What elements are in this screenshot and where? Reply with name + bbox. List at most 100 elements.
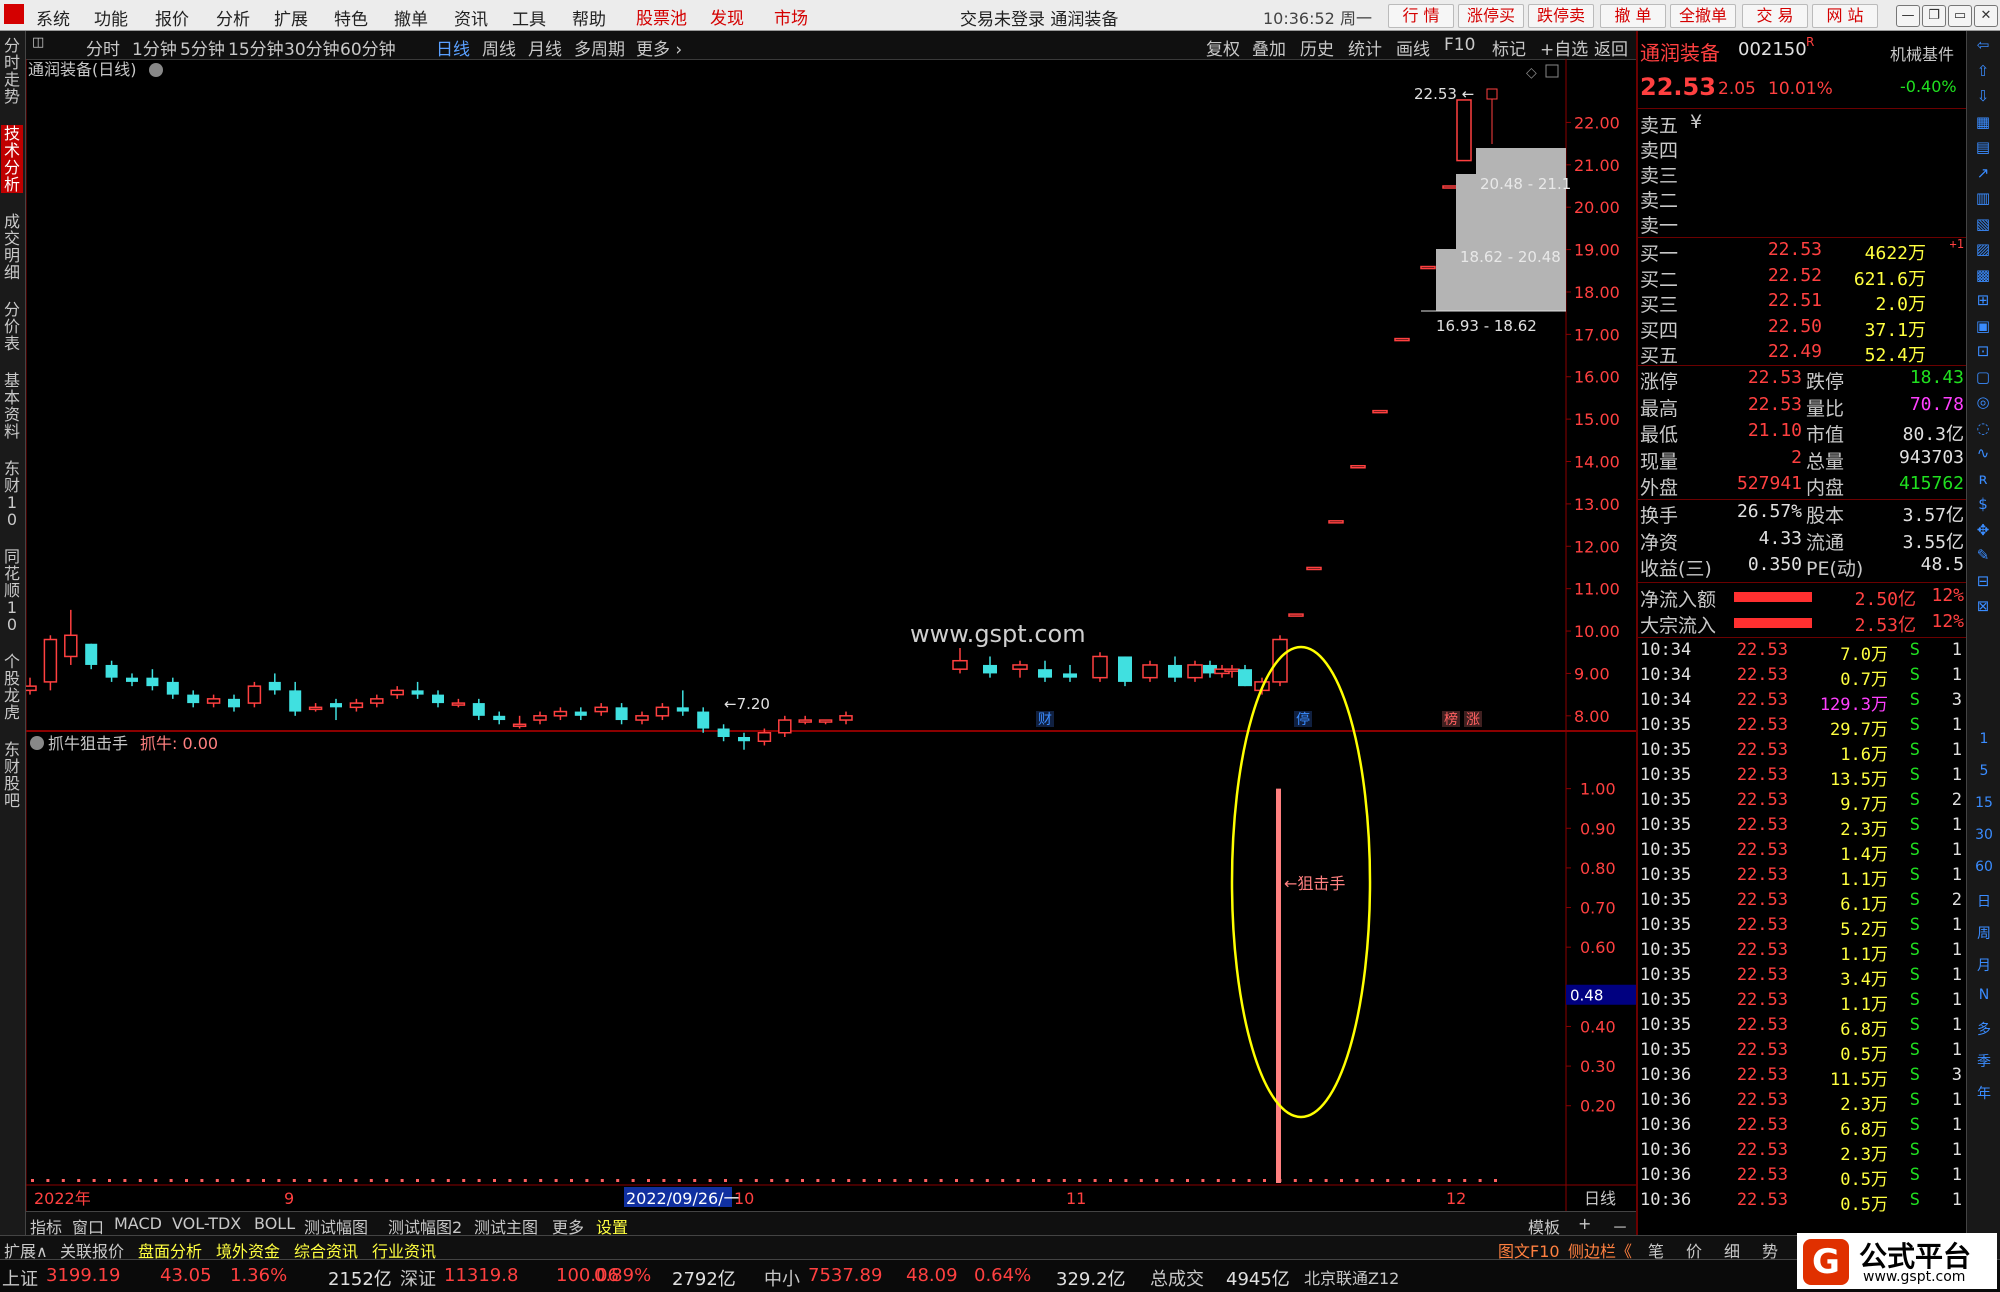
left-tab-5[interactable]: 东财10 [1, 460, 23, 528]
money-icon[interactable]: $ [1973, 494, 1993, 514]
menu-red-2[interactable]: 市场 [774, 4, 808, 29]
period-shortcut-8[interactable]: N [1971, 987, 1997, 1003]
period-1[interactable]: 1分钟 [132, 35, 177, 60]
rsi-icon[interactable]: ʀ [1973, 469, 1993, 489]
chart-tool-8[interactable]: 返回 [1594, 35, 1628, 60]
top-button-6[interactable]: 网 站 [1812, 4, 1878, 28]
period-shortcut-1[interactable]: 5 [1971, 763, 1997, 779]
period-6[interactable]: 日线 [436, 35, 470, 60]
menu-3[interactable]: 分析 [216, 5, 250, 30]
kline-chart[interactable]: 通润装备(日线) ◇ 22.00 21.00 20.00 19.00 18.00 17.00 1… [26, 59, 1636, 1211]
menu-8[interactable]: 工具 [512, 5, 546, 30]
chart-tool-6[interactable]: 标记 [1492, 35, 1526, 60]
indicator-dropdown-icon[interactable] [30, 736, 44, 750]
left-tab-4[interactable]: 基本资料 [1, 372, 23, 440]
news-icon[interactable]: ▣ [1973, 316, 1993, 336]
template-tool-1[interactable]: + [1578, 1214, 1591, 1233]
menu-4[interactable]: 扩展 [274, 5, 308, 30]
restore-icon[interactable]: ❐ [1922, 5, 1946, 27]
grid-icon[interactable]: ▦ [1973, 112, 1993, 132]
f5-icon[interactable]: ⊟ [1973, 571, 1993, 591]
marker-0[interactable]: 财 [1038, 712, 1052, 728]
period-shortcut-5[interactable]: 日 [1971, 891, 1997, 911]
chart-tool-3[interactable]: 统计 [1348, 35, 1382, 60]
move-icon[interactable]: ✥ [1973, 520, 1993, 540]
period-5[interactable]: 60分钟 [340, 35, 396, 60]
table-icon[interactable]: ⊞ [1973, 290, 1993, 310]
menu-7[interactable]: 资讯 [454, 5, 488, 30]
minimize-icon[interactable]: — [1896, 5, 1920, 27]
left-tab-0[interactable]: 分时走势 [1, 37, 23, 105]
period-shortcut-7[interactable]: 月 [1971, 955, 1997, 975]
marker-1[interactable]: 停 [1296, 711, 1310, 728]
pen-icon[interactable]: ✎ [1973, 545, 1993, 565]
left-tab-3[interactable]: 分价表 [1, 301, 23, 352]
chart-title-dropdown-icon[interactable] [149, 63, 163, 77]
left-tab-7[interactable]: 个股龙虎 [1, 653, 23, 721]
left-tab-8[interactable]: 东财股吧 [1, 741, 23, 809]
menu-5[interactable]: 特色 [334, 5, 368, 30]
layout-toggle-icon[interactable]: ◫ [32, 35, 44, 50]
trend-icon[interactable]: ↗ [1973, 163, 1993, 183]
top-button-5[interactable]: 交 易 [1742, 4, 1808, 28]
top-button-4[interactable]: 全撤单 [1670, 4, 1736, 28]
circle-icon[interactable]: ◌ [1973, 418, 1993, 438]
chart-tool-0[interactable]: 复权 [1206, 35, 1240, 60]
period-shortcut-6[interactable]: 周 [1971, 923, 1997, 943]
top-button-0[interactable]: 行 情 [1388, 4, 1454, 28]
doc-icon[interactable]: ▨ [1973, 239, 1993, 259]
top-button-1[interactable]: 涨停买 [1458, 4, 1524, 28]
left-tab-6[interactable]: 同花顺10 [1, 548, 23, 633]
menu-2[interactable]: 报价 [155, 5, 189, 30]
indicator-tab-4[interactable]: BOLL [254, 1214, 295, 1233]
f10-icon[interactable]: ▩ [1973, 265, 1993, 285]
chart-tool-1[interactable]: 叠加 [1252, 35, 1286, 60]
marker-3[interactable]: 涨 [1466, 712, 1480, 728]
period-9[interactable]: 多周期 [574, 35, 625, 60]
period-shortcut-0[interactable]: 1 [1971, 731, 1997, 747]
top-button-2[interactable]: 跌停卖 [1528, 4, 1594, 28]
top-button-3[interactable]: 撤 单 [1600, 4, 1666, 28]
report-icon[interactable]: ▧ [1973, 214, 1993, 234]
fund-icon[interactable]: ⊡ [1973, 341, 1993, 361]
plus-box-icon[interactable]: ⊠ [1973, 596, 1993, 616]
period-shortcut-10[interactable]: 季 [1971, 1051, 1997, 1071]
menu-0[interactable]: 系统 [36, 5, 70, 30]
radar-icon[interactable]: ◎ [1973, 392, 1993, 412]
period-4[interactable]: 30分钟 [284, 35, 340, 60]
collapse-diamond-icon[interactable]: ◇ [1526, 65, 1537, 81]
period-8[interactable]: 月线 [528, 35, 562, 60]
bar-icon[interactable]: ▥ [1973, 188, 1993, 208]
menu-red-0[interactable]: 股票池 [636, 4, 687, 29]
left-tab-2[interactable]: 成交明细 [1, 213, 23, 281]
period-shortcut-3[interactable]: 30 [1971, 827, 1997, 843]
chart-tool-4[interactable]: 画线 [1396, 35, 1430, 60]
period-2[interactable]: 5分钟 [180, 35, 225, 60]
left-tab-1[interactable]: 技术分析 [1, 125, 23, 193]
back-icon[interactable]: ⇦ [1973, 35, 1993, 55]
period-shortcut-9[interactable]: 多 [1971, 1019, 1997, 1039]
down-icon[interactable]: ⇩ [1973, 86, 1993, 106]
indicator-tab-2[interactable]: MACD [114, 1214, 162, 1233]
period-shortcut-4[interactable]: 60 [1971, 859, 1997, 875]
period-shortcut-2[interactable]: 15 [1971, 795, 1997, 811]
sector-name[interactable]: 机械基件 [1890, 41, 1954, 65]
period-7[interactable]: 周线 [482, 35, 516, 60]
broker-server[interactable]: 北京联通Z12 [1304, 1265, 1399, 1289]
list-icon[interactable]: ▤ [1973, 137, 1993, 157]
period-shortcut-11[interactable]: 年 [1971, 1083, 1997, 1103]
chart-tool-5[interactable]: F10 [1444, 35, 1475, 55]
indicator-tab-3[interactable]: VOL-TDX [172, 1214, 241, 1233]
box-icon[interactable]: ▢ [1973, 367, 1993, 387]
maximize-icon[interactable]: ▭ [1948, 5, 1972, 27]
marker-2[interactable]: 榜 [1444, 711, 1458, 728]
period-10[interactable]: 更多 › [636, 35, 682, 60]
close-icon[interactable]: ✕ [1974, 5, 1998, 27]
period-3[interactable]: 15分钟 [228, 35, 284, 60]
up-icon[interactable]: ⇧ [1973, 61, 1993, 81]
menu-red-1[interactable]: 发现 [710, 4, 744, 29]
period-0[interactable]: 分时 [86, 35, 120, 60]
menu-6[interactable]: 撤单 [394, 5, 428, 30]
menu-1[interactable]: 功能 [94, 5, 128, 30]
menu-9[interactable]: 帮助 [572, 5, 606, 30]
